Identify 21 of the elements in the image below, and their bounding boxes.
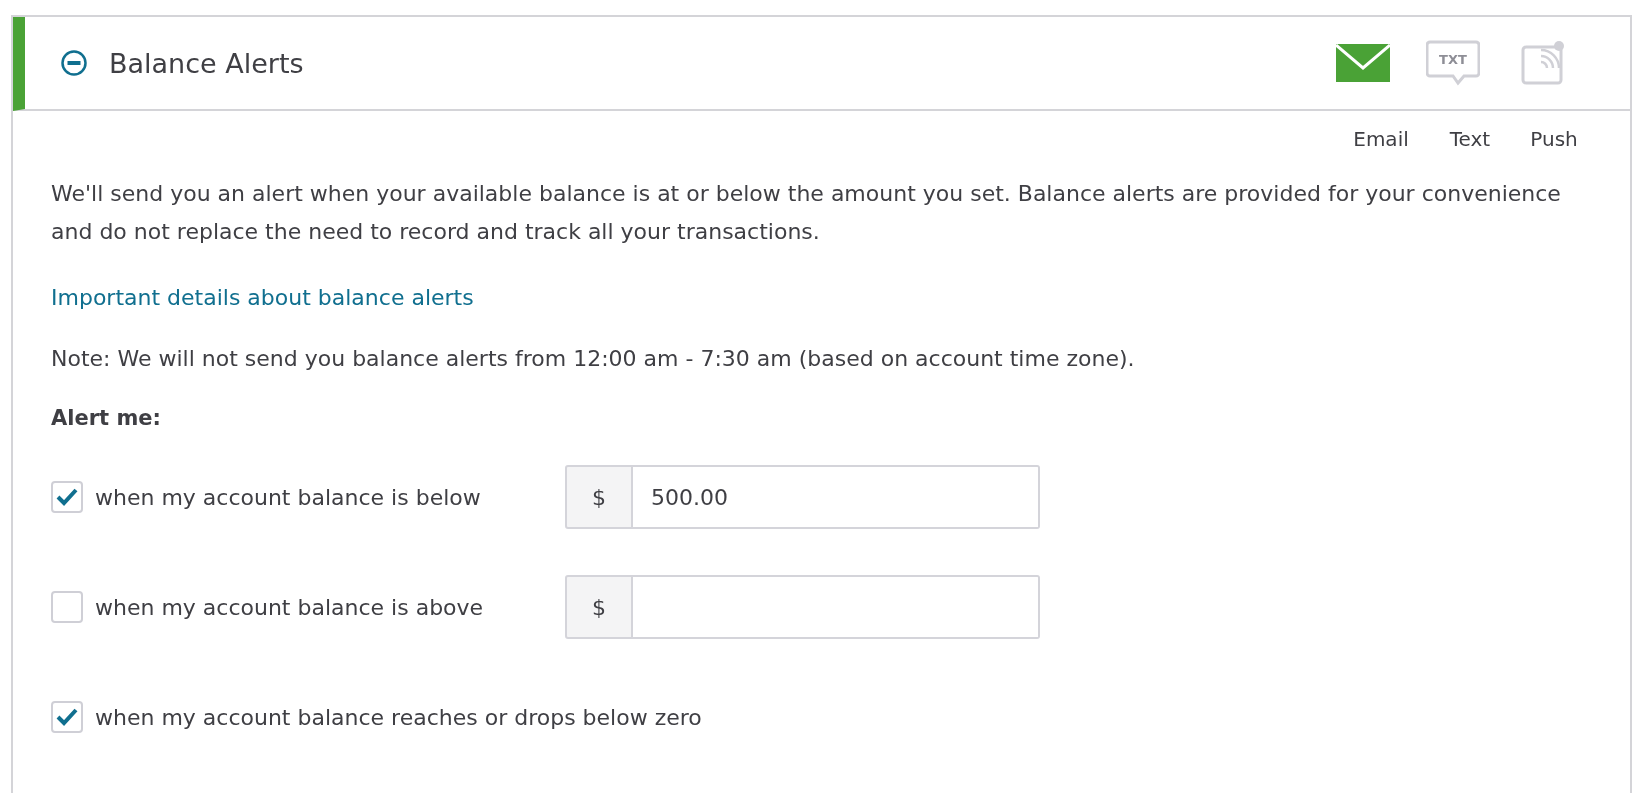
currency-prefix: $ — [565, 465, 633, 529]
channel-label: Text — [1448, 127, 1492, 151]
channel-label: Email — [1352, 127, 1410, 151]
collapse-icon[interactable] — [61, 50, 87, 76]
alert-label: when my account balance is above — [95, 594, 485, 620]
speech-bubble-icon[interactable]: TXT — [1426, 40, 1480, 86]
alert-label: when my account balance is below — [95, 484, 482, 510]
amount-field[interactable]: 500.00 — [633, 465, 1040, 529]
details-link[interactable]: Important details about balance alerts — [51, 285, 474, 310]
currency-prefix: $ — [565, 575, 633, 639]
channel-label: Push — [1529, 127, 1579, 151]
description-text: We'll send you an alert when your available balance is at or below the amount you set. Balance alerts are provided for your convenience and do not replace the need to record and track all your transactions. — [51, 180, 1562, 246]
alert-heading: Alert me: — [51, 406, 162, 430]
checkbox[interactable] — [51, 701, 83, 733]
checkbox[interactable] — [51, 481, 83, 513]
panel-title: Balance Alerts — [109, 47, 305, 79]
amount-field[interactable] — [633, 575, 1040, 639]
checkbox[interactable] — [51, 591, 83, 623]
alert-label: when my account balance reaches or drops below zero — [95, 704, 702, 730]
note-text: Note: We will not send you balance alerts from 12:00 am - 7:30 am (based on account time zone). — [51, 345, 1136, 373]
envelope-icon[interactable] — [1336, 44, 1390, 82]
